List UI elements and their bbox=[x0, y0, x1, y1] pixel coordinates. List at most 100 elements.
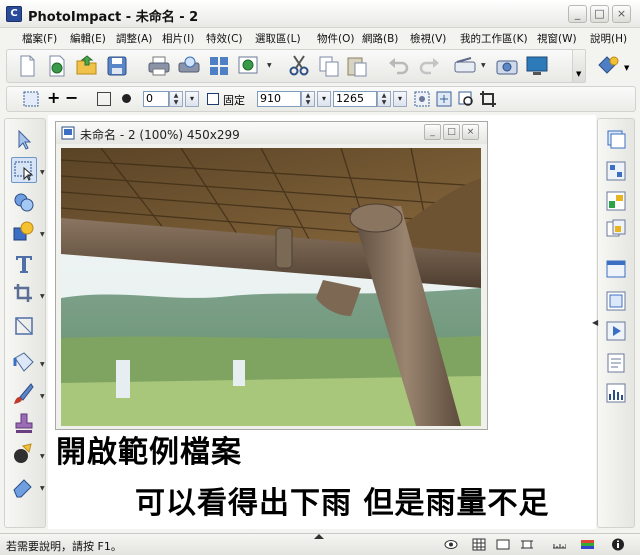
width-input[interactable]: 910 bbox=[257, 91, 301, 107]
open-button[interactable] bbox=[75, 54, 99, 78]
panel-play-button[interactable] bbox=[604, 319, 628, 343]
panel-manager bbox=[597, 118, 635, 528]
document-window[interactable]: 未命名 - 2 (100%) 450x299 _ □ × bbox=[55, 121, 488, 430]
transform-tool[interactable] bbox=[11, 219, 37, 245]
minimize-button[interactable]: _ bbox=[568, 5, 587, 23]
panel-object-button[interactable] bbox=[604, 289, 628, 313]
selection-tool[interactable] bbox=[11, 157, 37, 183]
menu-view[interactable]: 檢視(V) bbox=[410, 31, 446, 46]
paint-dropdown-icon[interactable]: ▼ bbox=[624, 64, 629, 72]
feather-dropdown[interactable]: ▾ bbox=[185, 91, 199, 107]
pick-tool[interactable] bbox=[11, 127, 37, 153]
paint-tool[interactable] bbox=[11, 381, 37, 407]
fill-tool[interactable] bbox=[11, 349, 37, 375]
batch-button[interactable] bbox=[207, 54, 231, 78]
web-dropdown-icon[interactable]: ▼ bbox=[267, 62, 272, 69]
panel-easy-palette-button[interactable] bbox=[604, 159, 628, 183]
save-button[interactable] bbox=[105, 54, 129, 78]
panel-layer-manager-button[interactable] bbox=[604, 127, 628, 151]
selection-mode-button[interactable] bbox=[21, 89, 41, 109]
select-all-button[interactable] bbox=[435, 90, 453, 108]
doc-minimize-button[interactable]: _ bbox=[424, 124, 441, 140]
close-button[interactable]: × bbox=[612, 5, 631, 23]
crop-marks-icon[interactable] bbox=[520, 538, 534, 551]
maximize-button[interactable]: □ bbox=[590, 5, 609, 23]
paint-tool-dropdown-icon[interactable]: ▼ bbox=[40, 393, 45, 400]
toolbar-overflow-button[interactable]: ▼ bbox=[572, 49, 586, 83]
zoom-select-button[interactable] bbox=[457, 90, 475, 108]
transform-tool-dropdown-icon[interactable]: ▼ bbox=[40, 231, 45, 238]
mask-tool[interactable] bbox=[11, 189, 37, 215]
doc-maximize-button[interactable]: □ bbox=[443, 124, 460, 140]
menu-file[interactable]: 檔案(F) bbox=[22, 31, 57, 46]
menu-adjust[interactable]: 調整(A) bbox=[116, 31, 152, 46]
eye-icon[interactable] bbox=[444, 538, 458, 551]
ellipse-shape-button[interactable] bbox=[122, 94, 131, 103]
retouch-tool[interactable] bbox=[11, 441, 37, 467]
open-web-button[interactable] bbox=[45, 54, 69, 78]
web-button[interactable] bbox=[237, 54, 261, 78]
status-text: 若需要說明，請按 F1。 bbox=[6, 540, 122, 553]
height-dropdown[interactable]: ▾ bbox=[393, 91, 407, 107]
copy-button[interactable] bbox=[317, 54, 341, 78]
height-spinner[interactable]: ▲ ▼ bbox=[377, 91, 391, 107]
menu-edit[interactable]: 編輯(E) bbox=[70, 31, 106, 46]
feather-spinner[interactable]: ▲ ▼ bbox=[169, 91, 183, 107]
subtract-mode-button[interactable]: − bbox=[65, 88, 78, 107]
selection-tool-dropdown-icon[interactable]: ▼ bbox=[40, 169, 45, 176]
cut-button[interactable] bbox=[287, 54, 311, 78]
panel-histogram-button[interactable] bbox=[604, 381, 628, 405]
crop-tool-dropdown-icon[interactable]: ▼ bbox=[40, 293, 45, 300]
menu-photo[interactable]: 相片(I) bbox=[162, 31, 194, 46]
camera-button[interactable] bbox=[495, 54, 519, 78]
fill-tool-dropdown-icon[interactable]: ▼ bbox=[40, 361, 45, 368]
color-bars-icon[interactable] bbox=[580, 538, 594, 551]
info-icon[interactable] bbox=[610, 538, 624, 551]
redo-button[interactable] bbox=[417, 54, 441, 78]
workspace-scroll-handle[interactable] bbox=[312, 529, 326, 539]
rect-shape-button[interactable] bbox=[97, 92, 111, 106]
document-title-bar[interactable]: 未命名 - 2 (100%) 450x299 _ □ × bbox=[56, 122, 487, 144]
print-button[interactable] bbox=[147, 54, 171, 78]
width-dropdown[interactable]: ▾ bbox=[317, 91, 331, 107]
height-input[interactable]: 1265 bbox=[333, 91, 377, 107]
menu-help[interactable]: 說明(H) bbox=[590, 31, 627, 46]
paste-button[interactable] bbox=[345, 54, 369, 78]
crop-tool[interactable] bbox=[11, 281, 37, 307]
eraser-tool-dropdown-icon[interactable]: ▼ bbox=[40, 485, 45, 492]
menu-web[interactable]: 網路(B) bbox=[362, 31, 398, 46]
panel-collapse-icon[interactable]: ◀ bbox=[592, 318, 598, 327]
bend-tool[interactable] bbox=[11, 313, 37, 339]
object-paint-button[interactable] bbox=[596, 53, 620, 77]
clone-tool[interactable] bbox=[11, 411, 37, 437]
print-preview-button[interactable] bbox=[177, 54, 201, 78]
fixed-checkbox[interactable] bbox=[207, 93, 219, 105]
grid-view-icon[interactable] bbox=[472, 538, 486, 551]
panel-effect-button[interactable] bbox=[604, 189, 628, 213]
retouch-tool-dropdown-icon[interactable]: ▼ bbox=[40, 453, 45, 460]
doc-close-button[interactable]: × bbox=[462, 124, 479, 140]
feather-input[interactable]: 0 bbox=[143, 91, 169, 107]
undo-button[interactable] bbox=[387, 54, 411, 78]
monitor-button[interactable] bbox=[525, 54, 549, 78]
scan-button[interactable] bbox=[453, 54, 477, 78]
ruler-icon[interactable] bbox=[552, 538, 566, 551]
panel-document-button[interactable] bbox=[604, 351, 628, 375]
width-spinner[interactable]: ▲ ▼ bbox=[301, 91, 315, 107]
text-tool[interactable] bbox=[11, 251, 37, 277]
add-mode-button[interactable]: + bbox=[47, 88, 60, 107]
new-button[interactable] bbox=[15, 54, 39, 78]
menu-workspace[interactable]: 我的工作區(K) bbox=[460, 31, 528, 46]
menu-window[interactable]: 視窗(W) bbox=[537, 31, 577, 46]
scan-dropdown-icon[interactable]: ▼ bbox=[481, 62, 486, 69]
frame-icon[interactable] bbox=[496, 538, 510, 551]
menu-effects[interactable]: 特效(C) bbox=[206, 31, 243, 46]
magic-select-button[interactable] bbox=[413, 90, 431, 108]
photo-canvas[interactable] bbox=[61, 148, 481, 426]
panel-quick-command-button[interactable] bbox=[604, 257, 628, 281]
menu-object[interactable]: 物件(O) bbox=[317, 31, 354, 46]
eraser-tool[interactable] bbox=[11, 473, 37, 499]
panel-gallery-button[interactable] bbox=[604, 217, 628, 241]
crop-button[interactable] bbox=[479, 90, 497, 108]
menu-selection[interactable]: 選取區(L) bbox=[255, 31, 301, 46]
